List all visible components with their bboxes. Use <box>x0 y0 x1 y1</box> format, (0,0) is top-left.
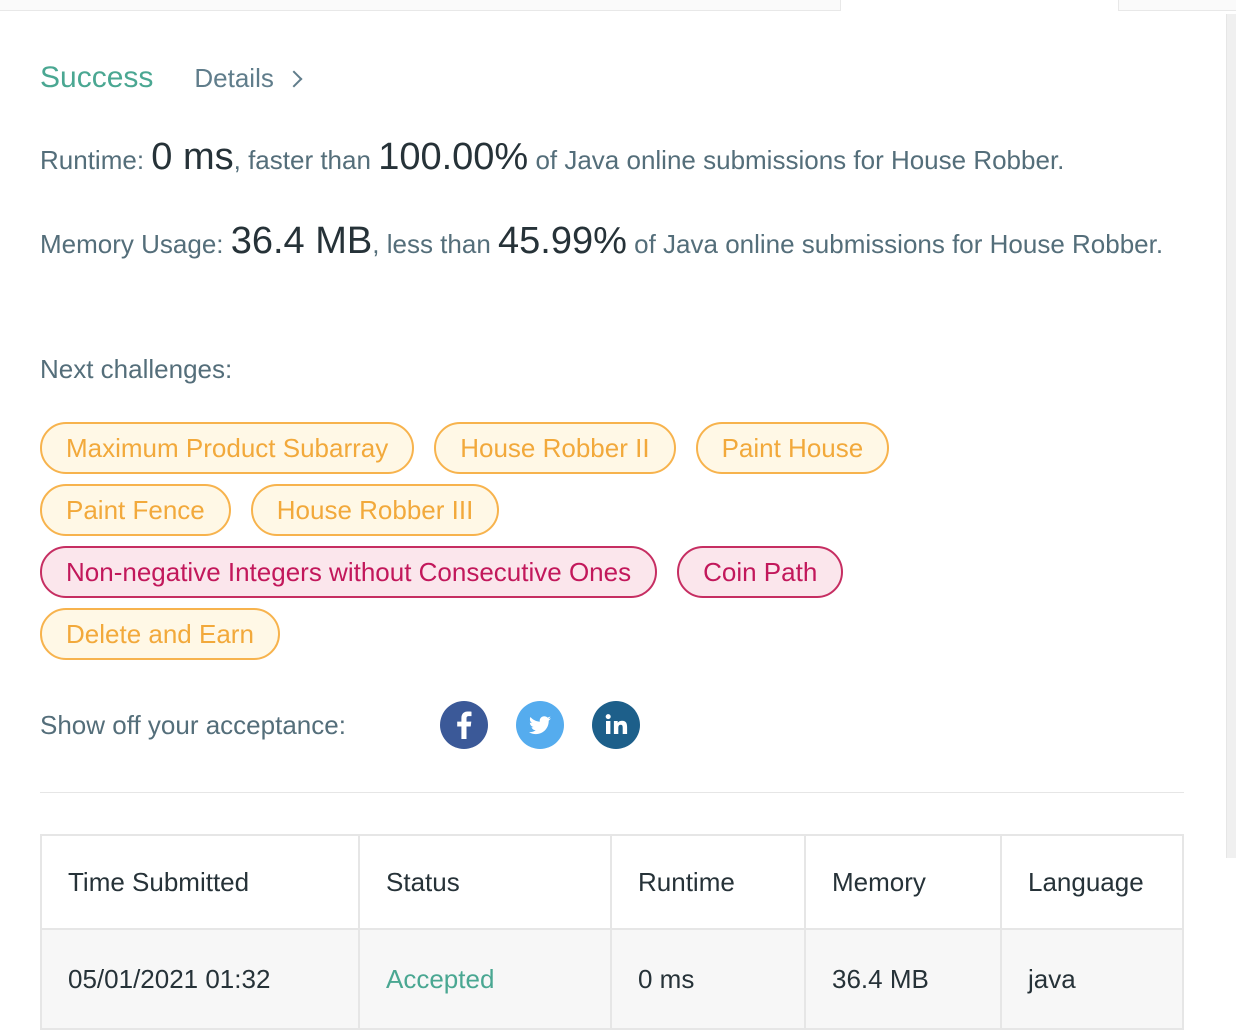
memory-label: Memory Usage: <box>40 229 224 259</box>
next-challenges-label: Next challenges: <box>40 354 233 384</box>
challenge-chip-delete-and-earn[interactable]: Delete and Earn <box>40 608 280 660</box>
table-header-row: Time Submitted Status Runtime Memory Lan… <box>40 834 1184 930</box>
runtime-suffix: of Java online submissions for House Rob… <box>535 145 1065 175</box>
tab-active[interactable] <box>841 0 1117 11</box>
share-row: Show off your acceptance: <box>40 700 668 750</box>
runtime-compare: , faster than <box>233 145 371 175</box>
challenge-chip-house-robber-ii[interactable]: House Robber II <box>434 422 676 474</box>
runtime-stat: Runtime: 0 ms, faster than 100.00% of Ja… <box>40 136 1184 181</box>
cell-status-accepted[interactable]: Accepted <box>358 928 612 1030</box>
challenge-chip-maximum-product-subarray[interactable]: Maximum Product Subarray <box>40 422 415 474</box>
memory-stat: Memory Usage: 36.4 MB, less than 45.99% … <box>40 220 1184 265</box>
chip-row: Paint Fence House Robber III <box>40 484 1184 536</box>
cell-language: java <box>1000 928 1184 1030</box>
challenge-chip-non-negative-integers[interactable]: Non-negative Integers without Consecutiv… <box>40 546 658 598</box>
memory-compare: , less than <box>372 229 491 259</box>
column-header-time[interactable]: Time Submitted <box>40 834 360 930</box>
linkedin-icon[interactable] <box>592 701 640 749</box>
column-header-memory[interactable]: Memory <box>804 834 1002 930</box>
table-row[interactable]: 05/01/2021 01:32 Accepted 0 ms 36.4 MB j… <box>40 928 1184 1030</box>
memory-suffix: of Java online submissions for House Rob… <box>634 229 1164 259</box>
challenge-chip-house-robber-iii[interactable]: House Robber III <box>250 484 500 536</box>
tab-inactive-right[interactable] <box>1118 0 1236 11</box>
chip-row: Non-negative Integers without Consecutiv… <box>40 546 1184 598</box>
challenge-chip-coin-path[interactable]: Coin Path <box>677 546 844 598</box>
cell-time-submitted: 05/01/2021 01:32 <box>40 928 360 1030</box>
column-header-language[interactable]: Language <box>1000 834 1184 930</box>
column-header-runtime[interactable]: Runtime <box>610 834 806 930</box>
tab-inactive-left[interactable] <box>0 0 841 11</box>
runtime-percent: 100.00% <box>378 136 529 178</box>
result-status: Success <box>40 61 154 94</box>
challenge-chip-paint-fence[interactable]: Paint Fence <box>40 484 231 536</box>
memory-percent: 45.99% <box>498 220 627 262</box>
details-label: Details <box>194 62 274 93</box>
memory-value: 36.4 MB <box>230 220 373 262</box>
runtime-label: Runtime: <box>40 145 145 175</box>
next-challenges-list: Maximum Product Subarray House Robber II… <box>40 422 1184 670</box>
share-label: Show off your acceptance: <box>40 709 346 740</box>
cell-memory: 36.4 MB <box>804 928 1002 1030</box>
divider <box>40 792 1184 793</box>
scrollbar[interactable] <box>1226 14 1236 858</box>
cell-runtime: 0 ms <box>610 928 806 1030</box>
twitter-icon[interactable] <box>516 701 564 749</box>
result-header: Success Details <box>40 58 303 98</box>
chevron-right-icon <box>285 70 303 88</box>
runtime-value: 0 ms <box>151 136 234 178</box>
challenge-chip-paint-house[interactable]: Paint House <box>695 422 890 474</box>
chip-row: Delete and Earn <box>40 608 1184 660</box>
chip-row: Maximum Product Subarray House Robber II… <box>40 422 1184 474</box>
submissions-table: Time Submitted Status Runtime Memory Lan… <box>40 834 1184 1030</box>
top-tab-bar <box>0 0 1236 12</box>
details-link[interactable]: Details <box>194 62 303 94</box>
column-header-status[interactable]: Status <box>358 834 612 930</box>
facebook-icon[interactable] <box>440 701 488 749</box>
